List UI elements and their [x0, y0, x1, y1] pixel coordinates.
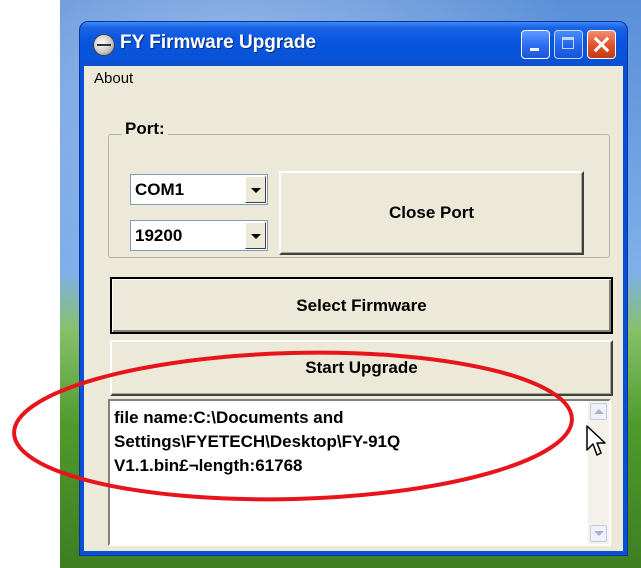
port-select[interactable]: COM1	[130, 174, 268, 205]
port-group-label: Port:	[122, 119, 168, 139]
scroll-up-icon[interactable]	[590, 403, 607, 420]
baud-dropdown-arrow-icon[interactable]	[245, 222, 266, 249]
select-firmware-button[interactable]: Select Firmware	[110, 277, 613, 334]
port-dropdown-arrow-icon[interactable]	[245, 176, 266, 203]
close-window-button[interactable]	[587, 30, 616, 59]
menu-about[interactable]: About	[94, 70, 133, 87]
baud-rate-select-value: 19200	[135, 226, 183, 245]
close-port-button[interactable]: Close Port	[279, 171, 584, 255]
scroll-down-icon[interactable]	[590, 525, 607, 542]
red-highlight-ellipse	[12, 350, 574, 502]
app-globe-icon	[93, 34, 115, 56]
mouse-cursor-icon	[586, 425, 606, 456]
port-select-value: COM1	[135, 180, 185, 199]
minimize-button[interactable]	[521, 30, 550, 59]
baud-rate-select[interactable]: 19200	[130, 220, 268, 251]
title-bar[interactable]: FY Firmware Upgrade	[80, 22, 627, 66]
maximize-button[interactable]	[554, 30, 583, 59]
menu-bar: About	[84, 66, 623, 92]
log-scrollbar[interactable]	[588, 401, 609, 544]
window-title: FY Firmware Upgrade	[120, 32, 317, 53]
